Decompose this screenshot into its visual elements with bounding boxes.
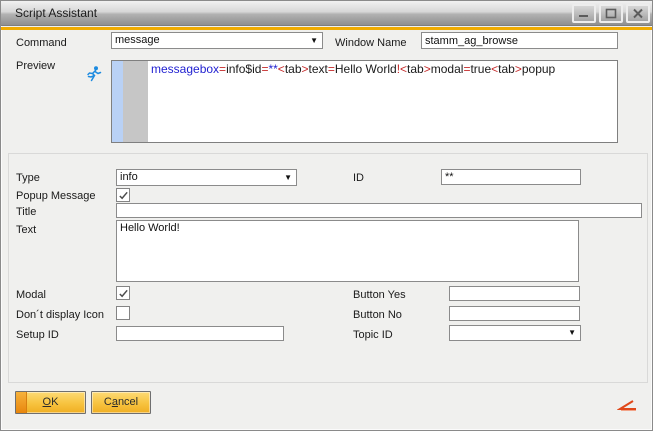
text-textarea[interactable]: Hello World! — [116, 220, 579, 282]
preview-gutter — [123, 61, 148, 142]
preview-selection-margin[interactable] — [112, 61, 123, 142]
id-label: ID — [353, 171, 364, 185]
accent-bar — [1, 27, 652, 30]
dont-display-icon-checkbox[interactable] — [116, 306, 130, 320]
check-icon — [118, 190, 129, 201]
topic-id-dropdown[interactable]: ▼ — [449, 325, 581, 341]
command-dropdown[interactable]: message ▼ — [111, 32, 323, 49]
preview-label: Preview — [16, 59, 55, 73]
setup-id-label: Setup ID — [16, 328, 59, 342]
close-icon — [632, 8, 644, 19]
chevron-down-icon: ▼ — [310, 36, 318, 45]
type-value: info — [120, 171, 138, 183]
id-input[interactable] — [441, 169, 581, 185]
titlebar[interactable]: Script Assistant — [1, 1, 652, 26]
title-label: Title — [16, 205, 36, 219]
command-label: Command — [16, 36, 67, 50]
resize-angle-icon — [617, 398, 639, 412]
text-label: Text — [16, 223, 36, 237]
window-controls — [572, 4, 650, 23]
maximize-button[interactable] — [599, 4, 623, 23]
button-no-label: Button No — [353, 308, 402, 322]
window-name-label: Window Name — [335, 36, 407, 50]
script-assistant-dialog: Script Assistant Command message ▼ — [0, 0, 653, 431]
minimize-icon — [578, 8, 590, 19]
title-input[interactable] — [116, 203, 642, 218]
preview-code-line[interactable]: messagebox=info$id=**<tab>text=Hello Wor… — [151, 62, 615, 76]
button-yes-input[interactable] — [449, 286, 580, 301]
cancel-button[interactable]: Cancel — [91, 391, 151, 414]
setup-id-input[interactable] — [116, 326, 284, 341]
maximize-icon — [605, 8, 617, 19]
preview-box: messagebox=info$id=**<tab>text=Hello Wor… — [111, 60, 618, 143]
close-button[interactable] — [626, 4, 650, 23]
modal-label: Modal — [16, 288, 46, 302]
run-icon[interactable] — [85, 65, 103, 89]
type-label: Type — [16, 171, 40, 185]
resize-grip[interactable] — [617, 398, 639, 417]
window-name-input[interactable] — [421, 32, 618, 49]
modal-checkbox[interactable] — [116, 286, 130, 300]
topic-id-label: Topic ID — [353, 328, 393, 342]
check-icon — [118, 288, 129, 299]
chevron-down-icon: ▼ — [284, 173, 292, 182]
ok-button[interactable]: OK — [15, 391, 86, 414]
button-no-input[interactable] — [449, 306, 580, 321]
chevron-down-icon: ▼ — [568, 328, 576, 337]
popup-message-label: Popup Message — [16, 189, 96, 203]
type-dropdown[interactable]: info ▼ — [116, 169, 297, 186]
dont-display-icon-label: Don´t display Icon — [16, 308, 104, 322]
cancel-button-label: C — [104, 396, 112, 408]
popup-message-checkbox[interactable] — [116, 188, 130, 202]
command-value: message — [115, 34, 160, 46]
window-title: Script Assistant — [15, 6, 97, 20]
minimize-button[interactable] — [572, 4, 596, 23]
button-yes-label: Button Yes — [353, 288, 406, 302]
